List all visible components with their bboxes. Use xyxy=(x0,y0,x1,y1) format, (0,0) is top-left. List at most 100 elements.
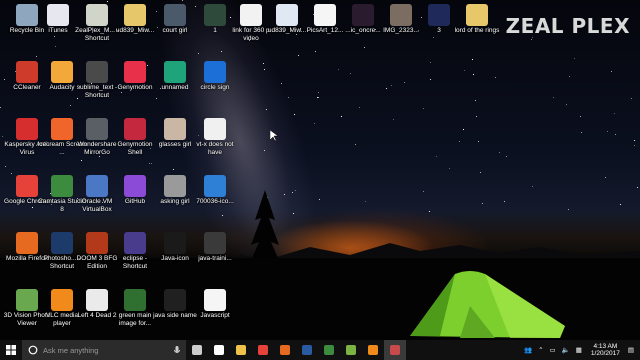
search-placeholder: Ask me anything xyxy=(43,345,99,355)
github-icon xyxy=(124,175,146,197)
star xyxy=(611,71,613,73)
star xyxy=(422,108,424,110)
star xyxy=(458,140,460,142)
taskbar-button[interactable] xyxy=(186,340,208,360)
file-explorer-icon xyxy=(236,345,246,355)
battery-icon[interactable]: ▭ xyxy=(550,346,556,354)
audacity-icon xyxy=(51,61,73,83)
video-thumb-icon xyxy=(204,232,226,254)
network-icon[interactable]: ▦ xyxy=(576,346,582,354)
mirrorgo-icon xyxy=(86,118,108,140)
image-thumb-icon xyxy=(124,289,146,311)
star xyxy=(340,116,342,118)
desktop-icon[interactable]: Javascript xyxy=(190,287,240,339)
star xyxy=(463,129,465,131)
eclipse-icon xyxy=(124,232,146,254)
camtasia-icon xyxy=(51,175,73,197)
clock-time: 4:13 AM xyxy=(593,342,618,350)
people-icon[interactable]: 👥 xyxy=(524,346,532,354)
3d-vision-icon xyxy=(16,289,38,311)
doom-icon xyxy=(86,232,108,254)
desktop-icon-label: java-traini... xyxy=(198,255,232,262)
star xyxy=(422,191,424,193)
star xyxy=(478,140,480,142)
star xyxy=(579,116,581,118)
firefox-icon xyxy=(16,232,38,254)
taskbar-button[interactable] xyxy=(252,340,274,360)
desktop-icon[interactable]: java-traini... xyxy=(190,230,240,282)
kaspersky-icon xyxy=(16,118,38,140)
photo-icon xyxy=(164,4,186,26)
desktop-icon[interactable]: vt-x does not have xyxy=(190,116,240,168)
taskbar-button[interactable] xyxy=(208,340,230,360)
action-center-icon[interactable]: ▤ xyxy=(628,346,634,354)
start-button[interactable] xyxy=(0,340,22,360)
taskbar-button[interactable] xyxy=(318,340,340,360)
folder-icon xyxy=(124,4,146,26)
cortana-search-box[interactable]: Ask me anything xyxy=(22,340,186,360)
star xyxy=(494,77,496,79)
star xyxy=(292,191,293,193)
star xyxy=(636,186,638,188)
task-view-icon xyxy=(192,345,202,355)
taskbar-button[interactable] xyxy=(274,340,296,360)
text-file-icon xyxy=(240,4,262,26)
firefox-icon xyxy=(280,345,290,355)
store-icon xyxy=(214,345,224,355)
star xyxy=(0,107,2,109)
taskbar-button[interactable] xyxy=(296,340,318,360)
star xyxy=(615,134,617,136)
star xyxy=(472,74,474,76)
star xyxy=(264,68,266,70)
image-thumb-icon xyxy=(204,4,226,26)
desktop-icon-label: 700036-ico... xyxy=(196,198,234,205)
photoshop-icon xyxy=(302,345,312,355)
star xyxy=(568,75,570,77)
windows-logo-icon xyxy=(6,345,16,355)
shortcut-file-icon xyxy=(86,4,108,26)
star xyxy=(614,113,616,115)
taskbar-button[interactable] xyxy=(230,340,252,360)
volume-icon[interactable]: 🔈 xyxy=(562,346,570,354)
microphone-icon[interactable] xyxy=(174,345,180,355)
chevron-up-icon[interactable]: ⌃ xyxy=(538,346,543,354)
folder-icon xyxy=(466,4,488,26)
star xyxy=(499,152,501,154)
photo-icon xyxy=(164,118,186,140)
star xyxy=(474,100,476,102)
star xyxy=(505,155,507,157)
star xyxy=(471,58,473,60)
desktop-icon[interactable]: lord of the rings xyxy=(452,2,502,54)
taskbar-button[interactable] xyxy=(340,340,362,360)
star xyxy=(480,172,482,174)
star xyxy=(463,70,465,72)
star xyxy=(630,98,632,100)
taskbar-button[interactable] xyxy=(384,340,406,360)
glowing-tent xyxy=(410,271,565,338)
desktop-icon[interactable]: circle sign xyxy=(190,59,240,111)
star xyxy=(607,131,609,133)
genymotion-shell-icon xyxy=(124,118,146,140)
star xyxy=(605,176,607,178)
star xyxy=(448,168,450,170)
star xyxy=(475,116,477,117)
star xyxy=(531,185,533,187)
star xyxy=(573,58,575,60)
star xyxy=(430,78,432,80)
vlc-icon xyxy=(51,289,73,311)
clock[interactable]: 4:13 AM 1/20/2017 xyxy=(591,343,620,358)
star xyxy=(364,201,366,202)
left4dead-icon xyxy=(86,289,108,311)
android-icon xyxy=(346,345,356,355)
ccleaner-icon xyxy=(16,61,38,83)
taskbar: Ask me anything 👥 ⌃ ▭ 🔈 ▦ 4:13 AM 1/20/2… xyxy=(0,340,640,360)
star xyxy=(403,81,405,83)
star xyxy=(503,201,505,203)
desktop-icon[interactable]: 700036-ico... xyxy=(190,173,240,225)
taskbar-button[interactable] xyxy=(362,340,384,360)
desktop-icon-label: circle sign xyxy=(200,84,230,91)
taskbar-apps xyxy=(186,340,406,360)
star xyxy=(317,92,319,94)
star xyxy=(288,96,290,98)
java-icon xyxy=(164,232,186,254)
